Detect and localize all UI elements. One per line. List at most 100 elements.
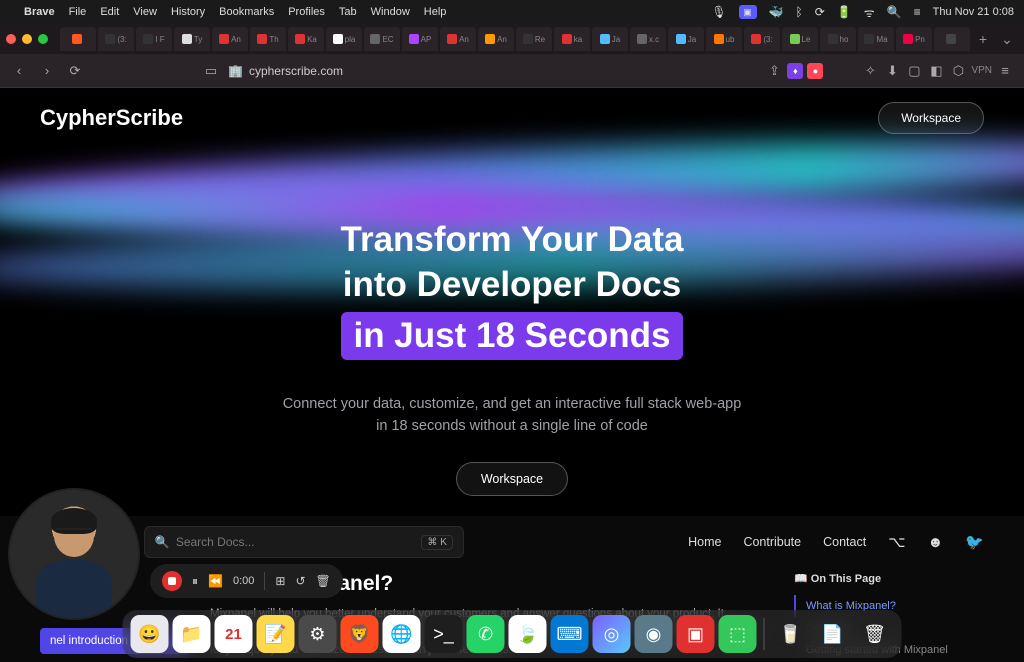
site-lock-icon: 🏢 bbox=[228, 64, 243, 78]
dock-app-icon[interactable]: ◉ bbox=[635, 615, 673, 653]
dock-app-icon[interactable]: 🥛 bbox=[772, 615, 810, 653]
bluetooth-icon[interactable]: ᛒ bbox=[796, 5, 803, 19]
browser-tab[interactable]: AP bbox=[402, 27, 438, 51]
app-menu-icon[interactable]: ≡ bbox=[996, 63, 1014, 78]
browser-tab[interactable]: Ma bbox=[858, 27, 894, 51]
dock-app-icon[interactable]: 😀 bbox=[131, 615, 169, 653]
dock-app-icon[interactable]: 📄 bbox=[814, 615, 852, 653]
webcam-bubble[interactable] bbox=[8, 488, 140, 620]
browser-tab[interactable]: An bbox=[212, 27, 248, 51]
menu-window[interactable]: Window bbox=[371, 6, 410, 18]
browser-tab[interactable]: (3: bbox=[98, 27, 134, 51]
menu-history[interactable]: History bbox=[171, 6, 205, 18]
workspace-button-cta[interactable]: Workspace bbox=[456, 462, 568, 496]
docker-icon[interactable]: 🐳 bbox=[769, 5, 784, 19]
browser-tab[interactable]: EC bbox=[364, 27, 400, 51]
dock-app-icon[interactable]: ✆ bbox=[467, 615, 505, 653]
sidebar-icon[interactable]: ◧ bbox=[927, 63, 945, 79]
brand-logo[interactable]: CypherScribe bbox=[40, 105, 183, 131]
wallet-icon[interactable]: ▢ bbox=[905, 63, 923, 79]
rewards-icon[interactable]: ✧ bbox=[861, 63, 879, 79]
twitter-icon[interactable]: 🐦 bbox=[965, 533, 984, 551]
github-icon[interactable]: ⌥ bbox=[888, 533, 905, 551]
pause-record-button[interactable]: ⏸ bbox=[192, 574, 198, 589]
docs-nav-home[interactable]: Home bbox=[688, 535, 721, 549]
menu-bookmarks[interactable]: Bookmarks bbox=[219, 6, 274, 18]
share-button[interactable]: ⇪ bbox=[765, 63, 783, 79]
delete-recording-button[interactable]: 🗑 bbox=[316, 574, 331, 588]
back-button[interactable]: ‹ bbox=[10, 63, 28, 78]
vpn-indicator[interactable]: VPN bbox=[971, 65, 992, 76]
browser-tab[interactable]: pla bbox=[326, 27, 362, 51]
new-tab-button[interactable]: + bbox=[972, 31, 994, 47]
browser-tab[interactable]: Ka bbox=[288, 27, 324, 51]
browser-tab[interactable]: ka bbox=[554, 27, 590, 51]
restart-button[interactable]: ↺ bbox=[295, 574, 305, 588]
sync-icon[interactable]: ⟳ bbox=[815, 5, 825, 19]
browser-tab[interactable] bbox=[934, 27, 970, 51]
app-menu[interactable]: Brave bbox=[24, 6, 55, 18]
dock-app-icon[interactable]: 21 bbox=[215, 615, 253, 653]
menu-profiles[interactable]: Profiles bbox=[288, 6, 325, 18]
menubar-clock[interactable]: Thu Nov 21 0:08 bbox=[933, 6, 1014, 18]
address-bar[interactable]: 🏢 cypherscribe.com bbox=[228, 64, 343, 78]
browser-tab[interactable]: An bbox=[440, 27, 476, 51]
control-center-icon[interactable]: ≡ bbox=[914, 5, 921, 19]
bookmark-icon[interactable]: ▭ bbox=[202, 63, 220, 79]
close-window-button[interactable] bbox=[6, 34, 16, 44]
dock-app-icon[interactable]: 📁 bbox=[173, 615, 211, 653]
reddit-icon[interactable]: ☻ bbox=[928, 534, 944, 551]
menu-edit[interactable]: Edit bbox=[100, 6, 119, 18]
workspace-button-header[interactable]: Workspace bbox=[878, 102, 984, 134]
draw-tool-button[interactable]: ⊞ bbox=[275, 574, 285, 588]
browser-tab[interactable]: An bbox=[478, 27, 514, 51]
browser-tab[interactable]: ho bbox=[820, 27, 856, 51]
dock-app-icon[interactable]: ◎ bbox=[593, 615, 631, 653]
shields-icon[interactable]: ⬡ bbox=[949, 63, 967, 79]
browser-tab[interactable] bbox=[60, 27, 96, 51]
download-icon[interactable]: ⬇ bbox=[883, 63, 901, 79]
browser-tab[interactable]: (3: bbox=[744, 27, 780, 51]
browser-tab[interactable]: Ja bbox=[592, 27, 628, 51]
minimize-window-button[interactable] bbox=[22, 34, 32, 44]
menu-file[interactable]: File bbox=[69, 6, 87, 18]
docs-nav-contact[interactable]: Contact bbox=[823, 535, 866, 549]
browser-tab[interactable]: Ty bbox=[174, 27, 210, 51]
wifi-icon[interactable]: ᯤ bbox=[864, 4, 875, 21]
dock-app-icon[interactable]: ⌨ bbox=[551, 615, 589, 653]
browser-tab[interactable]: Re bbox=[516, 27, 552, 51]
browser-tab[interactable]: Ja bbox=[668, 27, 704, 51]
dock-app-icon[interactable]: 🍃 bbox=[509, 615, 547, 653]
mic-icon[interactable]: 🎙 bbox=[711, 5, 726, 19]
reload-button[interactable]: ⟳ bbox=[66, 63, 84, 79]
browser-tab[interactable]: I F bbox=[136, 27, 172, 51]
search-icon[interactable]: 🔍 bbox=[887, 5, 902, 19]
browser-tab[interactable]: Pn bbox=[896, 27, 932, 51]
browser-tab[interactable]: Th bbox=[250, 27, 286, 51]
dock-app-icon[interactable]: >_ bbox=[425, 615, 463, 653]
extension-badge-2[interactable]: ● bbox=[807, 63, 823, 79]
docs-nav-contribute[interactable]: Contribute bbox=[743, 535, 801, 549]
docs-search-input[interactable]: 🔍 Search Docs... ⌘ K bbox=[144, 526, 464, 558]
dock-app-icon[interactable]: 📝 bbox=[257, 615, 295, 653]
dock-app-icon[interactable]: ⬚ bbox=[719, 615, 757, 653]
browser-tab[interactable]: ub bbox=[706, 27, 742, 51]
dock-app-icon[interactable]: ▣ bbox=[677, 615, 715, 653]
dock-app-icon[interactable]: 🌐 bbox=[383, 615, 421, 653]
maximize-window-button[interactable] bbox=[38, 34, 48, 44]
battery-icon[interactable]: 🔋 bbox=[837, 5, 852, 19]
dock-app-icon[interactable]: ⚙︎ bbox=[299, 615, 337, 653]
dock-app-icon[interactable]: 🗑 bbox=[856, 615, 894, 653]
dock-app-icon[interactable]: 🦁 bbox=[341, 615, 379, 653]
extension-badge-1[interactable]: ♦ bbox=[787, 63, 803, 79]
browser-tab[interactable]: Le bbox=[782, 27, 818, 51]
stop-record-button[interactable] bbox=[162, 571, 182, 591]
rewind-button[interactable]: ⏪ bbox=[208, 574, 223, 588]
forward-button[interactable]: › bbox=[38, 63, 56, 78]
menu-help[interactable]: Help bbox=[424, 6, 447, 18]
screen-record-indicator-icon[interactable]: ▣ bbox=[739, 5, 757, 19]
menu-tab[interactable]: Tab bbox=[339, 6, 357, 18]
tab-overflow-button[interactable]: ⌄ bbox=[996, 31, 1018, 48]
browser-tab[interactable]: x.c bbox=[630, 27, 666, 51]
menu-view[interactable]: View bbox=[133, 6, 157, 18]
